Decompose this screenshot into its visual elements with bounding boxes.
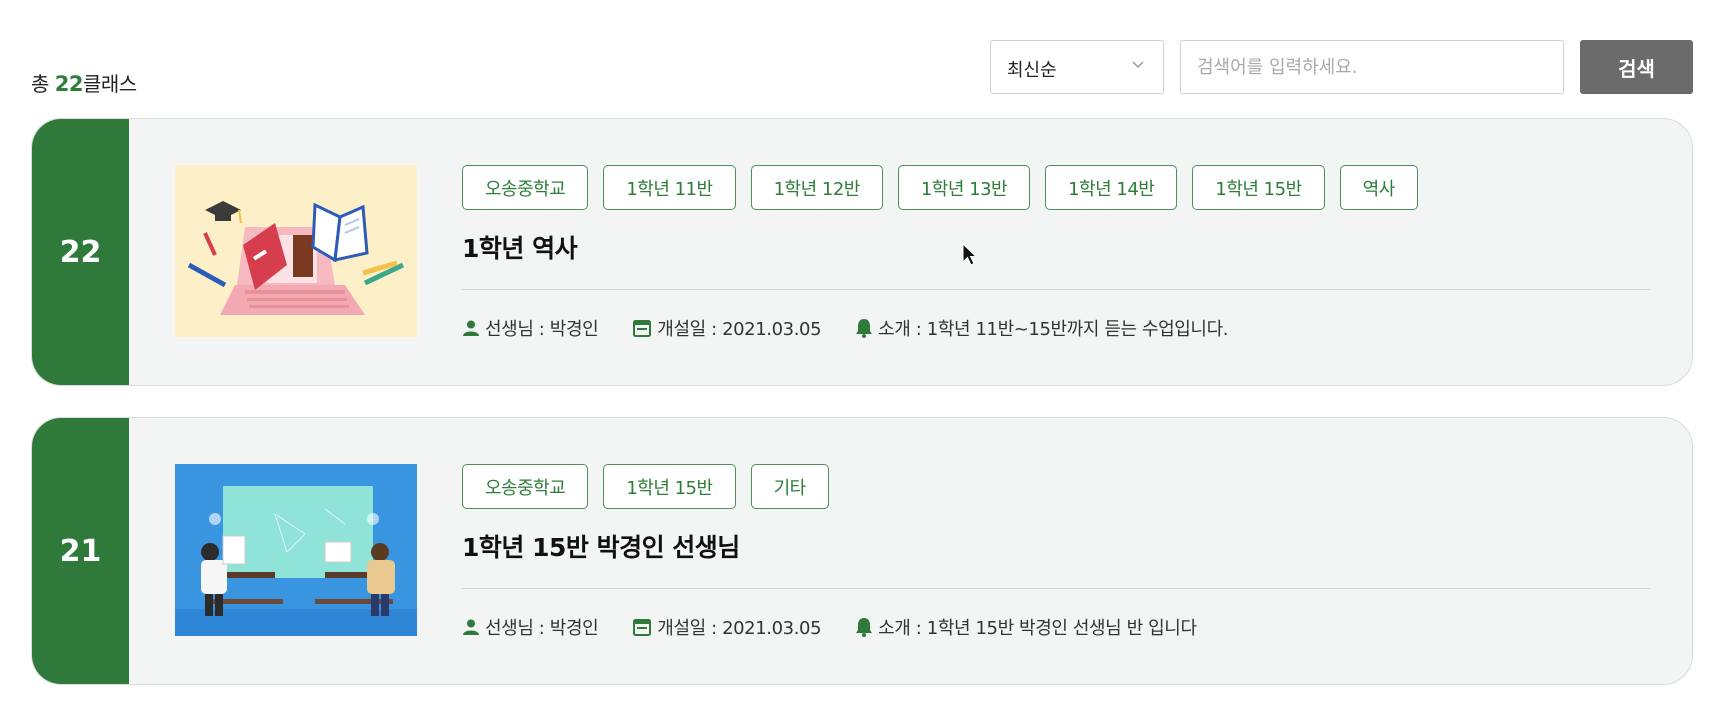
intro-text: 소개 : 1학년 15반 박경인 선생님 반 입니다	[878, 618, 1197, 639]
classroom-students-illustration-icon	[175, 464, 417, 636]
meta-opened: 개설일 : 2021.03.05	[632, 614, 822, 640]
total-suffix: 클래스	[83, 72, 137, 96]
total-count-label: 총 22클래스	[31, 68, 137, 97]
divider	[462, 289, 1650, 290]
opened-text: 개설일 : 2021.03.05	[657, 319, 822, 340]
teacher-text: 선생님 : 박경인	[485, 319, 599, 340]
calendar-icon	[633, 320, 652, 337]
tag-class: 1학년 15반	[603, 464, 736, 509]
class-meta: 선생님 : 박경인 개설일 : 2021.03.05 소개 : 1학년 11반~…	[462, 315, 1262, 341]
meta-intro: 소개 : 1학년 15반 박경인 선생님 반 입니다	[855, 614, 1197, 640]
person-icon	[463, 619, 479, 635]
sort-select[interactable]: 최신순	[990, 40, 1164, 94]
total-count: 22	[54, 72, 84, 96]
meta-intro: 소개 : 1학년 11반~15반까지 듣는 수업입니다.	[855, 315, 1228, 341]
meta-teacher: 선생님 : 박경인	[462, 614, 599, 640]
laptop-books-illustration-icon	[175, 165, 417, 337]
bell-icon	[856, 618, 873, 637]
tag-class: 1학년 12반	[750, 165, 883, 210]
class-title[interactable]: 1학년 역사	[462, 229, 578, 265]
search-button[interactable]: 검색	[1580, 40, 1693, 94]
tag-class: 1학년 11반	[603, 165, 736, 210]
tag-school: 오송중학교	[462, 464, 589, 509]
class-thumbnail	[175, 464, 417, 636]
tag-school: 오송중학교	[462, 165, 589, 210]
tag-class: 1학년 13반	[897, 165, 1031, 210]
chevron-down-icon	[1132, 61, 1144, 69]
class-number: 21	[32, 418, 129, 684]
list-header: 총 22클래스 최신순 검색	[0, 0, 1730, 118]
search-input[interactable]	[1180, 40, 1564, 94]
tag-class: 1학년 14반	[1045, 165, 1178, 210]
bell-icon	[856, 319, 873, 338]
meta-opened: 개설일 : 2021.03.05	[632, 315, 822, 341]
mouse-cursor-icon	[962, 243, 978, 266]
opened-text: 개설일 : 2021.03.05	[657, 618, 822, 639]
tag-list: 오송중학교 1학년 15반 기타	[462, 464, 829, 509]
class-title[interactable]: 1학년 15반 박경인 선생님	[462, 528, 740, 564]
divider	[462, 588, 1650, 589]
class-meta: 선생님 : 박경인 개설일 : 2021.03.05 소개 : 1학년 15반 …	[462, 614, 1231, 640]
tag-class: 1학년 15반	[1192, 165, 1325, 210]
sort-selected-value: 최신순	[1007, 60, 1057, 81]
tag-subject: 역사	[1339, 165, 1418, 210]
tag-subject: 기타	[750, 464, 829, 509]
calendar-icon	[633, 619, 652, 636]
meta-teacher: 선생님 : 박경인	[462, 315, 599, 341]
total-prefix: 총	[31, 72, 55, 96]
class-thumbnail	[175, 165, 417, 337]
class-number: 22	[32, 119, 129, 385]
intro-text: 소개 : 1학년 11반~15반까지 듣는 수업입니다.	[878, 319, 1229, 340]
tag-list: 오송중학교 1학년 11반 1학년 12반 1학년 13반 1학년 14반 1학…	[462, 165, 1418, 210]
class-card[interactable]: 21 오송중학교 1학년 15반 기타 1학년 15반 박경인 선생님 선생님 …	[31, 417, 1693, 685]
person-icon	[463, 320, 479, 336]
teacher-text: 선생님 : 박경인	[485, 618, 599, 639]
class-card[interactable]: 22 오송중학교 1학년 11반 1학년 12반 1학년 13반 1학년 14반…	[31, 118, 1693, 386]
